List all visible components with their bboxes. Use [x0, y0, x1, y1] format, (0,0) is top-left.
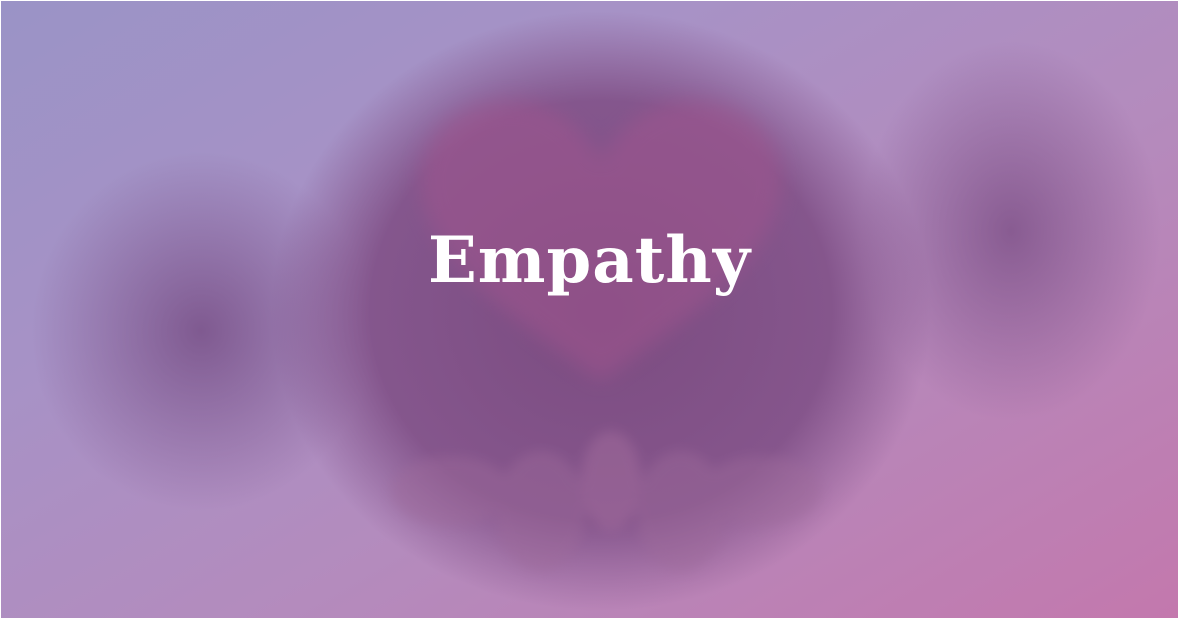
cupped-hands-icon: [391, 431, 821, 571]
banner-title: Empathy: [428, 223, 751, 298]
empathy-banner: Empathy: [1, 1, 1178, 618]
